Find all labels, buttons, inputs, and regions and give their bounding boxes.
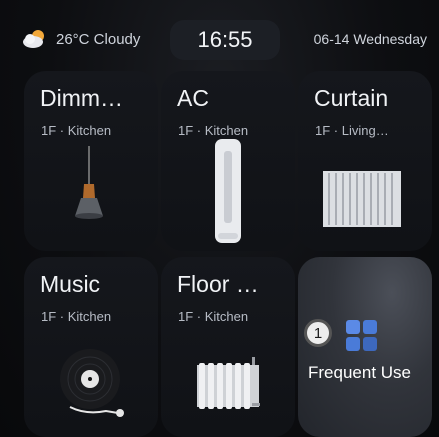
device-title: Dimm… [40, 85, 124, 111]
clock-time: 16:55 [170, 20, 280, 60]
device-title: Music [40, 271, 101, 297]
device-location: 1F · Kitchen [41, 309, 112, 324]
device-title: Floor … [177, 271, 259, 297]
device-tile-music[interactable]: Music 1F · Kitchen [24, 257, 158, 437]
device-location: 1F · Kitchen [178, 123, 249, 138]
device-title: Curtain [314, 85, 389, 111]
status-bar: 26°C Cloudy 16:55 06-14 Wednesday [0, 0, 439, 70]
device-tile-floor[interactable]: Floor … 1F · Kitchen [161, 257, 295, 437]
weather-text: 26°C Cloudy [56, 30, 141, 48]
curtain-icon [323, 171, 403, 236]
turntable-icon [56, 345, 136, 430]
device-location: 1F · Kitchen [178, 309, 249, 324]
radiator-icon [195, 357, 265, 417]
device-location: 1F · Kitchen [41, 123, 112, 138]
air-conditioner-icon [213, 137, 243, 252]
weather-widget: 26°C Cloudy [22, 29, 140, 49]
device-tile-ac[interactable]: AC 1F · Kitchen [161, 71, 295, 251]
frequent-use-button[interactable]: 1 Frequent Use [298, 257, 432, 437]
pendant-lamp-icon [59, 146, 119, 226]
frequent-use-label: Frequent Use [308, 363, 411, 382]
device-tile-dimmer[interactable]: Dimm… 1F · Kitchen [24, 71, 158, 251]
date-text: 06-14 Wednesday [313, 31, 427, 47]
app-grid-icon [346, 320, 378, 357]
cloud-sun-icon [22, 29, 48, 49]
device-tile-curtain[interactable]: Curtain 1F · Living… [298, 71, 432, 251]
step-badge: 1 [304, 319, 332, 347]
device-title: AC [177, 85, 209, 111]
device-location: 1F · Living… [315, 123, 389, 138]
